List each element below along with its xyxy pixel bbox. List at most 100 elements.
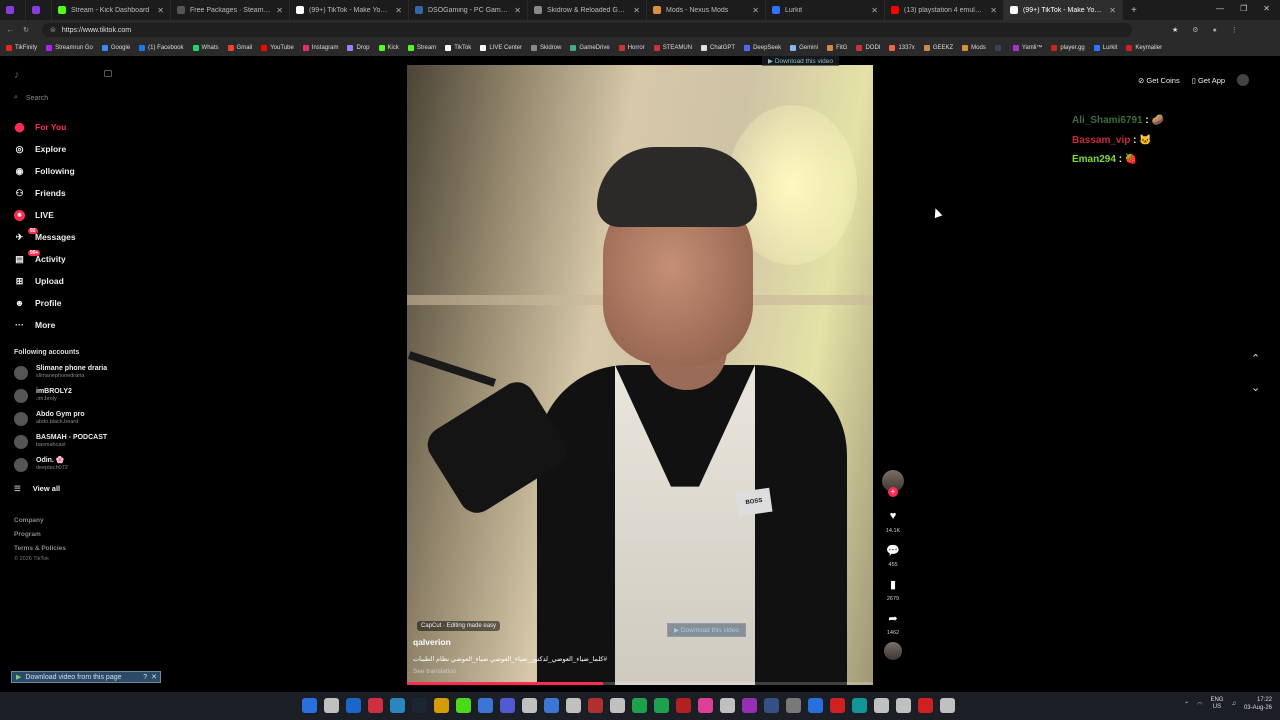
bookmark-item[interactable]: FitG: [827, 45, 847, 51]
sound-disc-icon[interactable]: [884, 642, 902, 660]
taskbar-app-icon[interactable]: [500, 698, 515, 713]
share-arrow-icon[interactable]: ➦: [883, 608, 903, 628]
browser-tab[interactable]: Lurkit ✕: [766, 0, 885, 20]
help-icon[interactable]: ?: [143, 674, 147, 681]
browser-tab[interactable]: Skidrow & Reloaded Games - Do ✕: [528, 0, 647, 20]
sidebar-item-messages[interactable]: ✈ Messages 92: [14, 226, 154, 248]
browser-tab[interactable]: (99+) TikTok - Make Your Day ✕: [1004, 0, 1123, 20]
wifi-icon[interactable]: ◠: [1197, 701, 1202, 708]
taskbar-app-icon[interactable]: [566, 698, 581, 713]
bookmark-item[interactable]: GEEKZ: [923, 45, 953, 51]
taskbar-app-icon[interactable]: [368, 698, 383, 713]
bookmark-item[interactable]: Streamrun Go: [46, 45, 93, 51]
new-tab-icon[interactable]: +: [1131, 5, 1137, 16]
close-tab-icon[interactable]: ✕: [752, 6, 759, 15]
taskbar-app-icon[interactable]: [676, 698, 691, 713]
close-tab-icon[interactable]: ✕: [157, 6, 164, 15]
browser-tab[interactable]: Stream - Kick Dashboard ✕: [52, 0, 171, 20]
browser-tab[interactable]: Mods - Nexus Mods ✕: [647, 0, 766, 20]
bookmark-item[interactable]: LIVE Center: [480, 45, 522, 51]
close-window-icon[interactable]: ✕: [1263, 4, 1270, 13]
browser-tab[interactable]: (13) playstation 4 emulator on pc ✕: [885, 0, 1004, 20]
browser-tab[interactable]: Free Packages · SteamDB ✕: [171, 0, 290, 20]
bookmark-item[interactable]: DODI: [856, 45, 880, 51]
download-video-top-button[interactable]: ▶ Download this video: [762, 56, 839, 66]
close-tab-icon[interactable]: ✕: [633, 6, 640, 15]
footer-program[interactable]: Program: [14, 531, 41, 538]
search-box[interactable]: ⌕ Search: [14, 94, 48, 102]
profile-icon[interactable]: ●: [1213, 27, 1217, 34]
next-video-chevron-down-icon[interactable]: ⌄: [1251, 381, 1260, 394]
bookmark-item[interactable]: Skidrow: [531, 45, 561, 51]
url-field[interactable]: ⊜ https://www.tiktok.com: [42, 23, 1132, 37]
close-tab-icon[interactable]: ✕: [514, 6, 521, 15]
volume-icon[interactable]: ♫: [1231, 701, 1236, 707]
sidebar-item-activity[interactable]: ▤ Activity 99+: [14, 248, 154, 270]
bookmark-item[interactable]: YouTube: [261, 45, 294, 51]
maximize-icon[interactable]: ❐: [1240, 4, 1247, 13]
minimize-icon[interactable]: —: [1216, 4, 1224, 13]
sidebar-item-friends[interactable]: ⚇ Friends: [14, 182, 154, 204]
bookmark-item[interactable]: [994, 45, 1004, 51]
following-account[interactable]: BASMAH - PODCAST basmahcast: [14, 434, 154, 449]
footer-terms[interactable]: Terms & Policies: [14, 545, 66, 552]
bookmark-item[interactable]: Google: [101, 45, 130, 51]
tray-chevron-icon[interactable]: ⌃: [1184, 701, 1189, 708]
clock[interactable]: 17:22 03-Aug-26: [1244, 696, 1272, 712]
taskbar-app-icon[interactable]: [742, 698, 757, 713]
following-account[interactable]: Odin. 🌸 deeptech072: [14, 457, 154, 472]
bookmark-item[interactable]: Whats: [192, 45, 219, 51]
taskbar-app-icon[interactable]: [830, 698, 845, 713]
follow-plus-icon[interactable]: +: [888, 487, 898, 497]
bookmark-item[interactable]: player.gg: [1051, 45, 1085, 51]
download-video-from-page-bar[interactable]: ▶ Download video from this page ? ✕: [11, 671, 161, 683]
bookmark-item[interactable]: TikTok: [445, 45, 471, 51]
taskbar-app-icon[interactable]: [302, 698, 317, 713]
sidebar-item-more[interactable]: ··· More: [14, 314, 154, 336]
sidebar-item-following[interactable]: ◉ Following: [14, 160, 154, 182]
close-tab-icon[interactable]: ✕: [871, 6, 878, 15]
taskbar-app-icon[interactable]: [654, 698, 669, 713]
taskbar-app-icon[interactable]: [434, 698, 449, 713]
bookmark-star-icon[interactable]: ★: [1172, 26, 1178, 34]
bookmark-item[interactable]: Keymailer: [1126, 45, 1162, 51]
taskbar-app-icon[interactable]: [808, 698, 823, 713]
bookmark-item[interactable]: DeepSeek: [744, 45, 781, 51]
site-info-icon[interactable]: ⊜: [50, 26, 56, 34]
close-tab-icon[interactable]: ✕: [1109, 6, 1116, 15]
browser-tab[interactable]: [0, 0, 26, 20]
sidebar-item-explore[interactable]: ◎ Explore: [14, 138, 154, 160]
bookmark-item[interactable]: 1337x: [889, 45, 915, 51]
bookmark-item[interactable]: Gemini: [790, 45, 818, 51]
get-coins-button[interactable]: ⊘ Get Coins: [1138, 76, 1180, 85]
menu-icon[interactable]: ⋮: [1231, 26, 1238, 34]
taskbar-app-icon[interactable]: [874, 698, 889, 713]
bookmark-item[interactable]: STEAMUN: [653, 45, 692, 51]
following-account[interactable]: Slimane phone draria slimanephonedraria: [14, 365, 154, 380]
bookmark-item[interactable]: Mods: [962, 45, 986, 51]
taskbar-app-icon[interactable]: [544, 698, 559, 713]
taskbar-app-icon[interactable]: [522, 698, 537, 713]
bookmark-item[interactable]: ChatGPT: [701, 45, 735, 51]
taskbar-app-icon[interactable]: [852, 698, 867, 713]
previous-video-chevron-up-icon[interactable]: ⌃: [1251, 352, 1260, 365]
taskbar-app-icon[interactable]: [412, 698, 427, 713]
bookmark-item[interactable]: GameDrive: [570, 45, 610, 51]
creator-avatar[interactable]: +: [882, 470, 904, 497]
close-tab-icon[interactable]: ✕: [990, 6, 997, 15]
taskbar-app-icon[interactable]: [698, 698, 713, 713]
bookmark-item[interactable]: Lurkit: [1093, 45, 1117, 51]
close-tab-icon[interactable]: ✕: [395, 6, 402, 15]
back-icon[interactable]: ←: [4, 27, 16, 34]
see-translation-link[interactable]: See translation: [413, 668, 456, 675]
taskbar-app-icon[interactable]: [632, 698, 647, 713]
video-player[interactable]: BOSS CapCut · Editing made easy ▶ Downlo…: [407, 65, 873, 685]
get-app-button[interactable]: ▯ Get App: [1192, 76, 1225, 85]
extensions-icon[interactable]: ⚙: [1192, 26, 1198, 34]
bookmark-item[interactable]: Drop: [347, 45, 370, 51]
user-avatar[interactable]: [1237, 74, 1250, 86]
like-heart-icon[interactable]: ♥: [883, 506, 903, 526]
close-tab-icon[interactable]: ✕: [276, 6, 283, 15]
taskbar-app-icon[interactable]: [324, 698, 339, 713]
sidebar-item-live[interactable]: ◉ LIVE: [14, 204, 154, 226]
